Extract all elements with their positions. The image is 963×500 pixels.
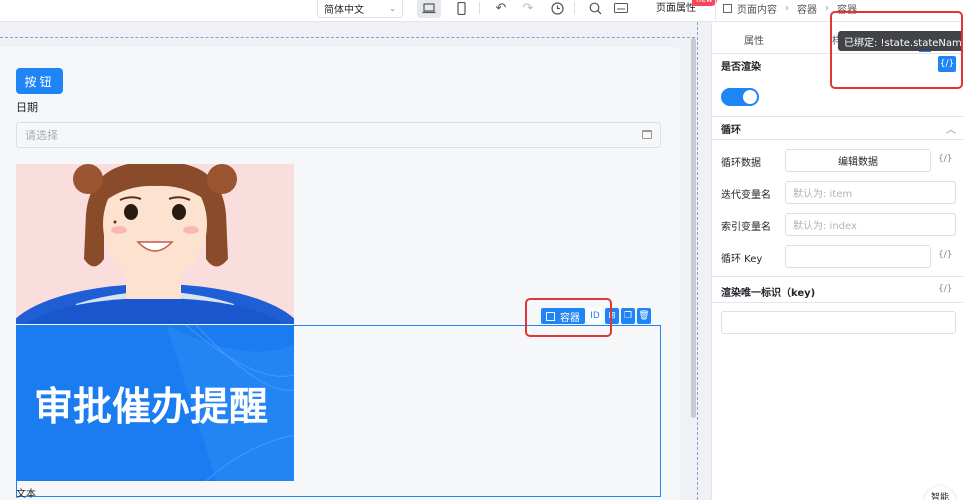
loop-data-label: 循环数据 [721, 158, 761, 169]
language-value: 简体中文 [324, 4, 364, 16]
keyboard-icon [614, 3, 628, 13]
loop-section-title: 循环 [721, 125, 741, 136]
section-divider [712, 276, 963, 277]
mobile-view-button[interactable] [449, 0, 473, 18]
chevron-up-icon[interactable]: ︿ [946, 121, 956, 136]
loop-key-label: 循环 Key [721, 254, 763, 265]
calendar-icon [642, 130, 652, 139]
history-button[interactable] [545, 0, 569, 18]
date-label: 日期 [16, 101, 38, 114]
loop-data-bind-icon[interactable]: {/} [938, 154, 952, 164]
approval-reminder-banner: 审批催办提醒 [16, 325, 294, 481]
search-button[interactable] [583, 0, 607, 18]
language-select[interactable]: 简体中文 ⌄ [317, 0, 403, 18]
canvas-scrollbar[interactable] [691, 38, 696, 418]
toolbar-divider [715, 0, 716, 20]
sample-button[interactable]: 按钮 [16, 68, 63, 94]
loop-key-bind-icon[interactable]: {/} [938, 250, 952, 260]
date-placeholder: 请选择 [25, 129, 58, 142]
text-component[interactable]: 文本 [16, 485, 36, 500]
cartoon-woman-illustration [16, 164, 294, 324]
toolbar-divider [574, 2, 575, 14]
app-root: 简体中文 ⌄ ↶ ↷ 页面属性 new 页面内容 › [0, 0, 963, 500]
code-button[interactable] [609, 0, 633, 18]
avatar-image[interactable] [16, 164, 294, 324]
banner-image[interactable]: 审批催办提醒 [16, 325, 294, 481]
breadcrumb-item[interactable]: 页面内容 [737, 1, 777, 16]
section-divider [712, 116, 963, 117]
date-picker-input[interactable]: 请选择 [16, 122, 661, 148]
laptop-icon [422, 2, 436, 13]
render-key-input[interactable] [721, 311, 956, 334]
iter-var-label: 迭代变量名 [721, 190, 771, 201]
edit-data-button[interactable]: 编辑数据 [785, 149, 931, 172]
index-var-input[interactable]: 默认为: index [785, 213, 956, 236]
index-var-label: 索引变量名 [721, 222, 771, 233]
toggle-knob [743, 90, 757, 104]
render-label: 是否渲染 [721, 62, 761, 73]
page-icon [723, 3, 732, 13]
new-badge: new [692, 0, 717, 6]
copy-icon: ❐ [623, 311, 633, 321]
highlight-annotation [830, 11, 963, 89]
undo-icon: ↶ [495, 0, 507, 16]
chevron-right-icon: › [825, 2, 829, 14]
iter-var-input[interactable]: 默认为: item [785, 181, 956, 204]
copy-button[interactable]: ❐ [621, 308, 635, 324]
section-divider [712, 139, 963, 140]
iter-var-placeholder: 默认为: item [793, 189, 853, 200]
loop-key-input[interactable] [785, 245, 931, 268]
toolbar-divider [479, 2, 480, 14]
page-properties-button[interactable]: 页面属性 [656, 0, 696, 14]
canvas-guide-line [0, 37, 695, 38]
render-key-label: 渲染唯一标识（key) [721, 288, 816, 299]
banner-title: 审批催办提醒 [34, 385, 268, 430]
phone-icon [456, 1, 466, 15]
redo-button[interactable]: ↷ [516, 0, 540, 18]
chevron-right-icon: › [785, 2, 789, 14]
search-icon [589, 2, 601, 14]
redo-icon: ↷ [522, 0, 534, 16]
index-var-placeholder: 默认为: index [793, 221, 857, 232]
highlight-annotation [525, 298, 612, 337]
tab-properties[interactable]: 属性 [744, 32, 764, 47]
clock-icon [550, 1, 564, 15]
section-divider [712, 302, 963, 303]
trash-icon: 🗑 [638, 311, 650, 321]
canvas-guide-line [697, 22, 698, 500]
desktop-view-button[interactable] [417, 0, 441, 18]
chevron-down-icon: ⌄ [389, 3, 396, 13]
delete-button[interactable]: 🗑 [637, 308, 651, 324]
breadcrumb-item[interactable]: 容器 [797, 1, 817, 16]
undo-button[interactable]: ↶ [489, 0, 513, 18]
render-key-bind-icon[interactable]: {/} [938, 284, 952, 294]
render-toggle[interactable] [721, 88, 759, 106]
